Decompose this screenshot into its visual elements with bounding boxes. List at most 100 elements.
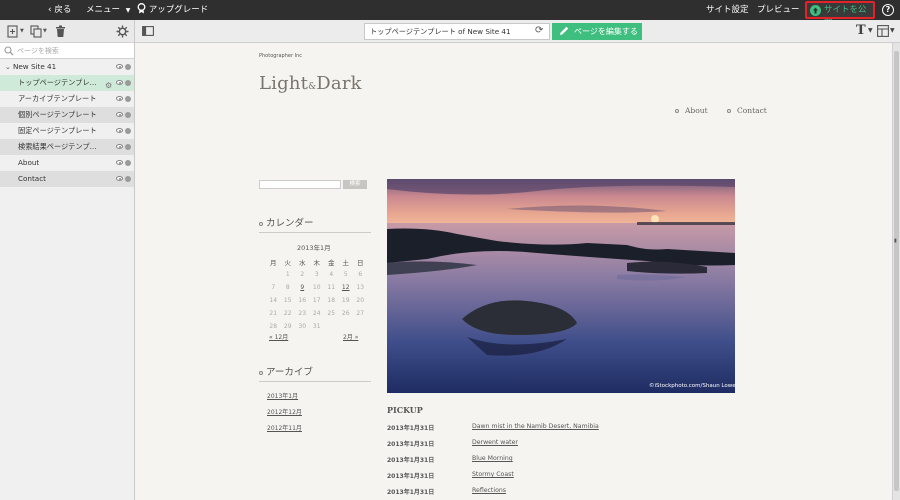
calendar-day: 24 (312, 310, 321, 317)
chevron-down-icon: ▼ (125, 7, 131, 14)
pencil-icon (560, 26, 569, 35)
pickup-link[interactable]: Reflections (472, 487, 506, 494)
bullet-icon (675, 109, 679, 113)
chevron-down-icon[interactable]: ▼ (20, 28, 24, 34)
eye-icon[interactable] (116, 160, 123, 165)
bullet-icon (259, 221, 263, 226)
add-page-icon[interactable] (7, 25, 20, 38)
chevron-down-icon[interactable]: ▼ (43, 28, 47, 34)
calendar-next-link[interactable]: 2月 » (343, 332, 358, 341)
calendar-prev-link[interactable]: « 12月 (269, 332, 288, 341)
archive-link[interactable]: 2013年1月 (267, 391, 298, 400)
page-item-search[interactable]: 検索結果ページテンプ… (0, 139, 134, 155)
calendar-day: 16 (298, 297, 307, 304)
back-button[interactable]: ‹ 戻る (48, 0, 71, 20)
calendar-day: 27 (356, 310, 365, 317)
calendar-day: 30 (298, 323, 307, 330)
pickup-link[interactable]: Dawn mist in the Namib Desert, Namibia (472, 423, 599, 430)
nav-contact-label: Contact (737, 106, 767, 115)
scrollbar-thumb[interactable] (894, 51, 899, 491)
logo-word-light: Light (259, 73, 309, 94)
calendar-day (266, 268, 281, 281)
page-title-field[interactable]: トップページテンプレート of New Site 41 (364, 23, 550, 40)
page-item-single[interactable]: 個別ページテンプレート (0, 107, 134, 123)
page-item-top[interactable]: トップページテンプレ… ⚙ (0, 75, 134, 91)
chevron-down-icon[interactable]: ▼ (890, 27, 895, 34)
calendar-day: 31 (312, 323, 321, 330)
status-dot-icon (125, 176, 131, 182)
page-label: 個別ページテンプレート (18, 110, 97, 119)
text-icon[interactable]: T (856, 23, 866, 38)
chevron-down-icon[interactable]: ▼ (868, 27, 873, 34)
chevron-left-icon: ‹ (48, 5, 52, 15)
hero-photo[interactable] (387, 179, 735, 393)
calendar-day: 10 (312, 284, 321, 291)
page-item-contact[interactable]: Contact (0, 171, 134, 187)
bullet-icon (259, 370, 263, 375)
help-icon[interactable]: ? (882, 4, 894, 16)
status-dot-icon (125, 80, 131, 86)
publish-site-button[interactable]: サイトを公開 (805, 1, 875, 29)
gear-icon[interactable] (116, 25, 129, 38)
duplicate-icon[interactable] (30, 25, 43, 38)
site-node[interactable]: ⌄ New Site 41 (0, 59, 134, 75)
calendar-day-link[interactable]: 9 (295, 281, 310, 294)
page-item-about[interactable]: About (0, 155, 134, 171)
menu-button[interactable]: メニュー ▼ (86, 0, 130, 20)
pickup-date: 2013年1月31日 (387, 425, 435, 432)
pickup-link[interactable]: Derwent water (472, 439, 518, 446)
calendar-week: 21 22 23 24 25 26 27 (266, 307, 368, 320)
archive-link[interactable]: 2012年11月 (267, 423, 302, 432)
calendar-day: 14 (269, 297, 278, 304)
archive-link[interactable]: 2012年12月 (267, 407, 302, 416)
eye-icon[interactable] (116, 80, 123, 85)
eye-icon[interactable] (116, 176, 123, 181)
page-item-fixed[interactable]: 固定ページテンプレート (0, 123, 134, 139)
site-search-button[interactable]: 検索 (343, 180, 367, 189)
sidebar-toggle-icon[interactable] (142, 26, 154, 36)
preview-button[interactable]: プレビュー (757, 0, 800, 20)
site-name: New Site 41 (13, 62, 57, 71)
pickup-link[interactable]: Blue Morning (472, 455, 513, 462)
reload-icon[interactable]: ⟳ (535, 25, 543, 36)
site-settings-button[interactable]: サイト設定 (706, 0, 749, 20)
logo-word-dark: Dark (316, 73, 362, 94)
nav-contact[interactable]: Contact (727, 106, 767, 115)
status-dot-icon (125, 128, 131, 134)
archive-title: アーカイブ (259, 364, 371, 382)
eye-icon[interactable] (116, 96, 123, 101)
page-item-archive[interactable]: アーカイブテンプレート (0, 91, 134, 107)
cloud-upload-icon (810, 5, 821, 16)
eye-icon[interactable] (116, 64, 123, 69)
site-search-input[interactable] (259, 180, 341, 189)
layout-icon[interactable] (877, 25, 889, 37)
page-tree: ⌄ New Site 41 トップページテンプレ… ⚙ アーカイブテンプレート … (0, 59, 134, 187)
calendar-day-link[interactable]: 12 (339, 281, 354, 294)
page-label: 検索結果ページテンプ… (18, 142, 97, 151)
site-logo[interactable]: Light&Dark (259, 73, 362, 94)
preview-scrollbar[interactable]: ▮ (892, 43, 900, 500)
upgrade-button[interactable]: アップグレード (137, 0, 208, 20)
eye-icon[interactable] (116, 144, 123, 149)
calendar-week: 14 15 16 17 18 19 20 (266, 294, 368, 307)
eye-icon[interactable] (116, 128, 123, 133)
site-tagline: Photographer Inc (259, 53, 303, 59)
page-label: About (18, 158, 40, 167)
search-icon (4, 46, 14, 56)
chevron-down-icon[interactable]: ⌄ (5, 59, 11, 75)
pickup-link[interactable]: Stormy Coast (472, 471, 514, 478)
calendar-weekday: 木 (313, 258, 321, 267)
bullet-icon (727, 109, 731, 113)
edit-page-button[interactable]: ページを編集する (552, 23, 642, 40)
resize-handle-icon[interactable]: ▮ (894, 238, 897, 244)
calendar-day: 22 (283, 310, 292, 317)
nav-about[interactable]: About (675, 106, 708, 115)
calendar-weekday: 火 (284, 258, 292, 267)
pickup-date: 2013年1月31日 (387, 457, 435, 464)
upgrade-icon (137, 3, 146, 14)
calendar-day: 17 (312, 297, 321, 304)
eye-icon[interactable] (116, 112, 123, 117)
page-search-input[interactable]: ページを検索 (0, 43, 134, 59)
trash-icon[interactable] (54, 25, 67, 38)
calendar-day: 15 (283, 297, 292, 304)
